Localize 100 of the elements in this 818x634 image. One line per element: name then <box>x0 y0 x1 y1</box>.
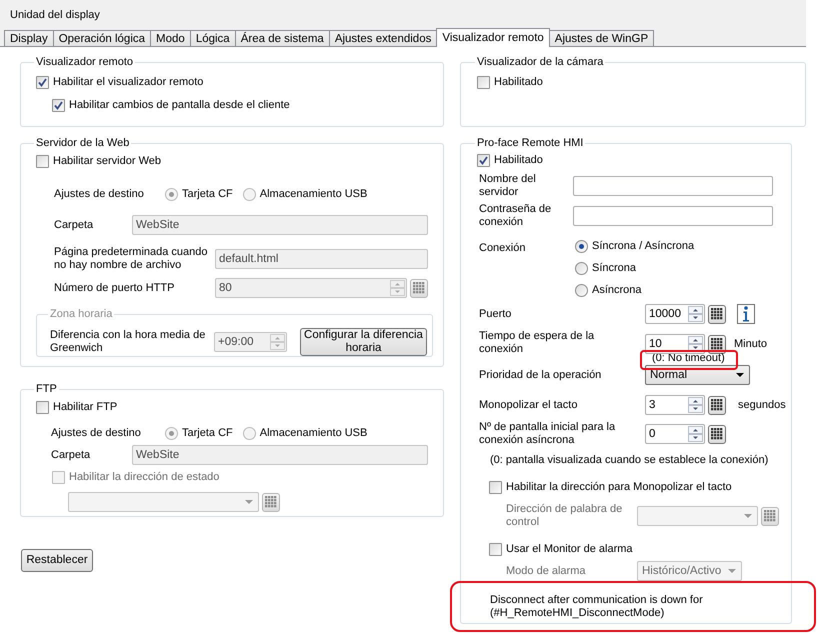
number-field[interactable]: 10 <box>645 334 705 354</box>
checkbox-label: Habilitado <box>494 154 543 166</box>
checkbox-label: Habilitar la dirección para Monopolizar el tacto <box>506 480 732 494</box>
window-title: Unidad del display <box>10 9 100 21</box>
checkbox[interactable] <box>36 154 49 168</box>
spin-arrows-icon[interactable] <box>688 397 703 413</box>
spin-arrows-icon[interactable] <box>688 426 703 442</box>
info-icon <box>742 306 750 322</box>
checkbox-label: Habilitado <box>494 76 543 88</box>
checkbox[interactable] <box>36 76 49 88</box>
disconnect-note: Disconnect after communication is down for (#H_RemoteHMI_DisconnectMode) <box>490 594 704 620</box>
radio-button[interactable] <box>165 188 178 200</box>
caret-icon <box>728 569 736 573</box>
number-field[interactable]: +09:00 <box>214 332 287 352</box>
text-field[interactable]: WebSite <box>132 215 428 235</box>
keypad-button[interactable] <box>708 304 726 324</box>
radio-button[interactable] <box>165 426 178 440</box>
text-field[interactable]: WebSite <box>132 445 428 465</box>
field-label: Modo de alarma <box>506 564 586 578</box>
caret-icon <box>245 500 253 504</box>
spin-arrows-icon[interactable] <box>688 336 703 352</box>
group-title: Visualizador remoto <box>35 55 134 69</box>
alarm-mode-dropdown[interactable]: Histórico/Activo <box>637 561 742 581</box>
field-label: Carpeta <box>54 218 94 232</box>
checkbox[interactable] <box>477 76 490 88</box>
radio-label: Asíncrona <box>592 284 642 296</box>
radio-label: Almacenamiento USB <box>260 188 368 200</box>
tab[interactable]: Ajustes extendidos <box>328 30 438 46</box>
checkbox[interactable] <box>36 400 49 414</box>
grid-icon <box>711 428 723 440</box>
field-label: Tiempo de espera de la conexión <box>479 330 596 356</box>
text-field[interactable] <box>573 176 773 196</box>
grid-icon <box>711 308 723 320</box>
radio-button[interactable] <box>575 240 588 252</box>
field-label: Conexión <box>479 242 526 255</box>
field-label: Puerto <box>479 308 512 320</box>
keypad-button[interactable] <box>708 396 726 414</box>
radio-label: Tarjeta CF <box>182 188 233 200</box>
field-label: Nombre del servidor <box>479 173 537 199</box>
checkbox[interactable] <box>489 542 502 556</box>
field-label: Número de puerto HTTP <box>54 282 176 294</box>
field-label: Dirección de palabra de control <box>506 503 624 529</box>
text-field[interactable] <box>573 206 773 226</box>
group-title: Servidor de la Web <box>35 136 130 150</box>
checkbox[interactable] <box>52 98 65 112</box>
field-label: Prioridad de la operación <box>479 368 602 382</box>
checkbox-label: Habilitar cambios de pantalla desde el cliente <box>69 98 290 112</box>
field-label: Ajustes de destino <box>51 426 142 440</box>
grid-icon <box>764 510 776 522</box>
tab[interactable]: Operación lógica <box>52 30 152 46</box>
field-label: Página predeterminada cuando no hay nombre de archivo <box>54 246 209 272</box>
grid-icon <box>711 338 723 350</box>
field-label: Diferencia con la hora media de Greenwich <box>50 329 206 355</box>
grid-icon <box>413 282 425 294</box>
tab[interactable]: Lógica <box>190 30 236 46</box>
field-label: Monopolizar el tacto <box>479 398 578 412</box>
caret-icon <box>736 373 744 377</box>
unit-label: segundos <box>738 399 786 411</box>
radio-button[interactable] <box>242 426 256 440</box>
tab[interactable]: Área de sistema <box>234 30 330 46</box>
grid-icon <box>711 399 723 411</box>
radio-button[interactable] <box>575 284 588 296</box>
tab[interactable]: Visualizador remoto <box>436 28 550 47</box>
number-field[interactable]: 10000 <box>645 304 705 324</box>
reset-button[interactable]: Restablecer <box>21 549 93 572</box>
radio-button[interactable] <box>575 262 588 274</box>
field-label: Nº de pantalla inicial para la conexión asíncrona <box>479 421 616 447</box>
radio-label: Tarjeta CF <box>182 426 233 440</box>
number-field[interactable]: 0 <box>645 424 705 444</box>
group-title: Zona horaria <box>49 307 114 321</box>
checkbox-label: Habilitar la dirección de estado <box>69 470 220 484</box>
group-title: FTP <box>35 382 58 396</box>
priority-dropdown[interactable]: Normal <box>645 365 750 385</box>
checkbox-label: Habilitar servidor Web <box>53 154 162 168</box>
checkbox-label: Habilitar el visualizador remoto <box>53 76 204 88</box>
radio-label: Síncrona <box>592 262 636 274</box>
tab[interactable]: Modo <box>150 30 191 46</box>
group-title: Pro-face Remote HMI <box>476 136 584 150</box>
info-button[interactable] <box>737 304 755 324</box>
text-field[interactable]: default.html <box>215 249 428 269</box>
number-field[interactable]: 3 <box>645 395 705 415</box>
checkbox[interactable] <box>52 470 65 484</box>
tab[interactable]: Ajustes de WinGP <box>548 30 654 46</box>
group-title: Visualizador de la cámara <box>476 55 604 69</box>
tab[interactable]: Display <box>4 30 54 46</box>
radio-label: Almacenamiento USB <box>260 426 368 440</box>
field-label: Carpeta <box>51 448 92 462</box>
hint-text: (0: pantalla visualizada cuando se establece la conexión) <box>490 454 770 467</box>
checkbox-label: Usar el Monitor de alarma <box>506 542 633 556</box>
time-difference-button[interactable]: Configurar la diferencia horaria <box>300 328 427 356</box>
field-label: Ajustes de destino <box>54 188 145 200</box>
spin-arrows-icon[interactable] <box>688 306 703 322</box>
field-label: Contraseña de conexión <box>479 203 552 229</box>
checkbox[interactable] <box>489 480 502 494</box>
keypad-button[interactable] <box>708 424 726 444</box>
checkbox[interactable] <box>477 154 490 166</box>
radio-button[interactable] <box>242 188 256 200</box>
number-field[interactable]: 80 <box>215 278 407 298</box>
unit-label: Minuto <box>734 338 768 350</box>
radio-label: Síncrona / Asíncrona <box>592 240 694 252</box>
